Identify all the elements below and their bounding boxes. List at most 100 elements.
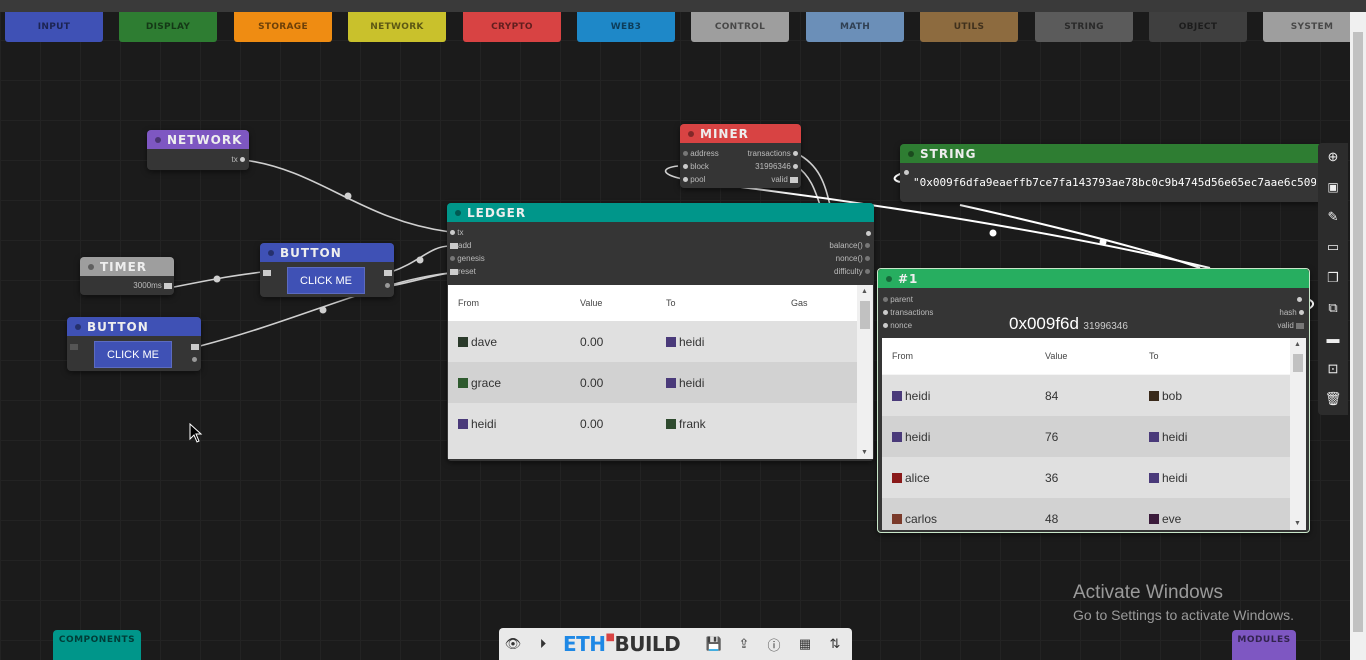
ledger-input-add[interactable]: add [450, 241, 471, 250]
add-circle-icon[interactable]: ⊕ [1324, 148, 1342, 166]
sort-arrows-icon[interactable]: ⇅ [825, 634, 845, 654]
port-dot-icon[interactable] [865, 243, 870, 249]
input-port-icon[interactable] [904, 170, 909, 175]
network-output-tx[interactable]: tx [232, 155, 245, 164]
timer-node[interactable]: TIMER 3000ms [80, 257, 174, 295]
share-icon[interactable]: ⇪ [734, 634, 754, 654]
scroll-thumb[interactable] [860, 301, 870, 329]
collapse-dot-icon[interactable] [88, 263, 94, 270]
title-output-dot-icon[interactable] [1297, 297, 1302, 302]
string-value[interactable]: "0x009f6dfa9eaeffb7ce7fa143793ae78bc0c9b… [913, 176, 1316, 189]
scroll-thumb[interactable] [1293, 354, 1303, 372]
select-area-icon[interactable]: ▭ [1324, 238, 1342, 256]
table-row[interactable]: heidi 84 bob [882, 375, 1290, 416]
click-me-button[interactable]: CLICK ME [94, 341, 172, 368]
port-dot-icon[interactable] [865, 269, 870, 275]
port-dot-icon[interactable] [683, 164, 688, 170]
ledger-node-title[interactable]: LEDGER [447, 203, 874, 222]
timer-interval[interactable]: 3000ms [133, 281, 172, 290]
port-dot-icon[interactable] [793, 151, 798, 157]
group-icon[interactable]: ⊡ [1324, 360, 1342, 378]
port-square-icon[interactable] [450, 242, 458, 249]
output-dot-icon[interactable] [385, 283, 390, 288]
string-node[interactable]: STRING "0x009f6dfa9eaeffb7ce7fa143793ae7… [900, 144, 1320, 202]
port-square-icon[interactable] [790, 176, 798, 183]
modules-tab[interactable]: MODULES [1232, 630, 1296, 660]
network-node[interactable]: NETWORK tx [147, 130, 249, 170]
miner-output-nonce[interactable]: 31996346 [755, 162, 798, 171]
network-node-title[interactable]: NETWORK [147, 130, 249, 149]
scroll-up-icon[interactable]: ▲ [1294, 341, 1301, 348]
miner-input-pool[interactable]: pool [683, 175, 705, 184]
table-row[interactable]: heidi 0.00 frank [448, 403, 857, 444]
port-dot-icon[interactable] [683, 177, 688, 183]
button-node-1[interactable]: BUTTON CLICK ME [260, 243, 394, 297]
block-transactions-table[interactable]: From Value To heidi 84 bob heidi 76 heid… [882, 338, 1306, 530]
ledger-node[interactable]: LEDGER tx add genesis reset balance() no… [447, 203, 874, 461]
block-output-hash[interactable]: hash [1279, 308, 1304, 317]
comment-icon[interactable]: ▬ [1324, 329, 1342, 347]
button-node-2[interactable]: BUTTON CLICK ME [67, 317, 201, 371]
ledger-input-genesis[interactable]: genesis [450, 254, 485, 263]
play-icon[interactable]: ⏵ [533, 634, 553, 654]
output-port-icon[interactable] [384, 270, 392, 276]
miner-output-transactions[interactable]: transactions [748, 149, 798, 158]
miner-node[interactable]: MINER address block pool transactions 31… [680, 124, 801, 188]
port-dot-icon[interactable] [683, 151, 688, 157]
port-dot-icon[interactable] [240, 157, 245, 163]
page-scroll-thumb[interactable] [1353, 32, 1363, 632]
port-dot-icon[interactable] [865, 256, 870, 262]
block-table-scrollbar[interactable]: ▲ ▼ [1290, 338, 1306, 530]
eye-icon[interactable]: 👁 [503, 634, 523, 654]
canvas[interactable]: INPUT DISPLAY STORAGE NETWORK CRYPTO WEB3 CONT… [0, 0, 1366, 660]
table-row[interactable]: alice 36 heidi [882, 457, 1290, 498]
port-dot-icon[interactable] [450, 230, 455, 236]
collapse-dot-icon[interactable] [688, 130, 694, 137]
port-dot-icon[interactable] [793, 164, 798, 170]
miner-node-title[interactable]: MINER [680, 124, 801, 143]
port-square-icon[interactable] [1296, 322, 1304, 329]
button-node-title[interactable]: BUTTON [260, 243, 394, 262]
port-dot-icon[interactable] [883, 297, 888, 303]
qr-code-icon[interactable]: ▦ [795, 634, 815, 654]
button-node-title[interactable]: BUTTON [67, 317, 201, 336]
scroll-down-icon[interactable]: ▼ [861, 449, 868, 456]
table-row[interactable]: dave 0.00 heidi [448, 321, 857, 362]
output-dot-icon[interactable] [192, 357, 197, 362]
port-dot-icon[interactable] [450, 256, 455, 262]
page-scrollbar[interactable] [1350, 12, 1366, 660]
block-input-parent[interactable]: parent [883, 295, 913, 304]
save-icon[interactable]: 💾 [704, 634, 724, 654]
output-port-icon[interactable] [191, 344, 199, 350]
info-icon[interactable]: ⓘ [764, 634, 784, 654]
title-output-dot-icon[interactable] [866, 231, 871, 236]
table-row[interactable]: heidi 76 heidi [882, 416, 1290, 457]
ethbuild-logo[interactable]: ETH■BUILD [563, 632, 681, 656]
miner-input-block[interactable]: block [683, 162, 709, 171]
ledger-output-balance[interactable]: balance() [829, 241, 870, 250]
ledger-table-scrollbar[interactable]: ▲ ▼ [857, 285, 873, 459]
port-dot-icon[interactable] [883, 323, 888, 329]
scroll-up-icon[interactable]: ▲ [861, 288, 868, 295]
block-input-nonce[interactable]: nonce [883, 321, 912, 330]
click-me-button[interactable]: CLICK ME [287, 267, 365, 294]
collapse-dot-icon[interactable] [268, 249, 274, 256]
block-node[interactable]: #1 parent transactions nonce hash valid … [877, 268, 1310, 533]
table-row[interactable]: grace 0.00 heidi [448, 362, 857, 403]
ledger-output-difficulty[interactable]: difficulty [834, 267, 870, 276]
table-row[interactable]: carlos 48 eve [882, 498, 1290, 530]
string-node-title[interactable]: STRING [900, 144, 1320, 163]
block-node-title[interactable]: #1 [878, 269, 1309, 288]
input-port-icon[interactable] [263, 270, 271, 276]
trash-icon[interactable]: 🗑 [1324, 390, 1342, 408]
paste-icon[interactable]: ⧉ [1324, 299, 1342, 317]
collapse-dot-icon[interactable] [455, 209, 461, 216]
scroll-down-icon[interactable]: ▼ [1294, 520, 1301, 527]
collapse-dot-icon[interactable] [886, 275, 892, 282]
miner-input-address[interactable]: address [683, 149, 719, 158]
ledger-input-reset[interactable]: reset [450, 267, 476, 276]
port-square-icon[interactable] [450, 268, 458, 275]
ledger-input-tx[interactable]: tx [450, 228, 463, 237]
ledger-table[interactable]: From Value To Gas dave 0.00 heidi grace … [448, 285, 873, 459]
collapse-dot-icon[interactable] [908, 150, 914, 157]
